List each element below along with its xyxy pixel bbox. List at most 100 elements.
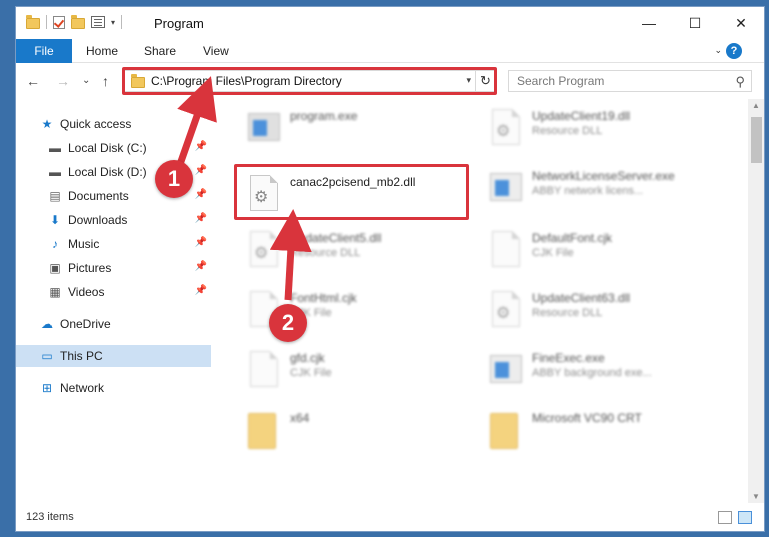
file-name: NetworkLicenseServer.exe <box>532 169 675 183</box>
minimize-button[interactable]: — <box>626 7 672 39</box>
nav-label: Downloads <box>68 213 128 227</box>
tab-view[interactable]: View <box>203 39 229 63</box>
file-item[interactable]: Microsoft VC90 CRT <box>484 407 642 463</box>
pin-icon[interactable]: 📌 <box>195 141 207 152</box>
dll-icon: ⚙ <box>484 105 524 149</box>
tab-share[interactable]: Share <box>144 39 176 63</box>
nav-network[interactable]: ⊞ Network <box>16 377 211 399</box>
file-name: gfd.cjk <box>290 351 325 365</box>
properties-icon[interactable] <box>91 16 105 28</box>
search-input[interactable]: Search Program <box>517 74 604 88</box>
pin-icon[interactable]: 📌 <box>195 237 207 248</box>
navigation-pane: ★ Quick access ▬ Local Disk (C:) 📌 ▬ Loc… <box>16 99 211 503</box>
up-button[interactable]: ↑ <box>102 73 109 89</box>
dll-icon: ⚙ <box>484 287 524 331</box>
star-icon: ★ <box>41 117 53 131</box>
file-type: ABBY network licens... <box>532 185 644 197</box>
onedrive-icon: ☁ <box>41 317 53 331</box>
nav-label: Documents <box>68 189 129 203</box>
file-icon <box>242 347 282 391</box>
file-name: FontHtml.cjk <box>290 291 357 305</box>
ribbon-tabs: File Home Share View ⌄ ? <box>16 39 764 63</box>
tab-home[interactable]: Home <box>86 39 118 63</box>
close-button[interactable]: ✕ <box>718 7 764 39</box>
file-item[interactable]: x64 <box>242 407 309 463</box>
title-bar: ▾ Program — ☐ ✕ <box>16 7 764 39</box>
scroll-down-icon[interactable]: ▼ <box>752 492 760 501</box>
file-name: DefaultFont.cjk <box>532 231 613 245</box>
pin-icon[interactable]: 📌 <box>195 285 207 296</box>
customize-toolbar-icon[interactable]: ▾ <box>111 18 115 27</box>
nav-onedrive[interactable]: ☁ OneDrive <box>16 313 211 335</box>
nav-label: Music <box>68 237 100 251</box>
program-icon <box>242 105 282 149</box>
item-count: 123 items <box>26 511 74 523</box>
file-item[interactable]: NetworkLicenseServer.exe ABBY network lic… <box>484 165 675 221</box>
nav-this-pc[interactable]: ▭ This PC <box>16 345 211 367</box>
file-name: FineExec.exe <box>532 351 605 365</box>
nav-local-disk-c[interactable]: ▬ Local Disk (C:) 📌 <box>16 137 211 159</box>
large-icons-view-icon[interactable] <box>738 511 752 524</box>
drive-icon: ▬ <box>49 141 61 155</box>
back-button[interactable]: ← <box>26 73 40 89</box>
nav-label: Network <box>60 381 105 395</box>
nav-pictures[interactable]: ▣ Pictures 📌 <box>16 257 211 279</box>
address-highlight-box <box>122 67 497 95</box>
scroll-up-icon[interactable]: ▲ <box>752 101 760 110</box>
window-title: Program <box>154 16 204 31</box>
dll-icon: ⚙ <box>242 227 282 271</box>
file-type: Resource DLL <box>290 247 361 259</box>
scrollbar-thumb[interactable] <box>751 117 762 163</box>
nav-videos[interactable]: ▦ Videos 📌 <box>16 281 211 303</box>
file-item[interactable]: program.exe <box>242 105 357 161</box>
file-name: UpdateClient5.dll <box>290 231 382 245</box>
details-view-icon[interactable] <box>718 511 732 524</box>
file-icon <box>484 227 524 271</box>
properties-check-icon[interactable] <box>53 15 65 29</box>
pin-icon[interactable]: 📌 <box>195 261 207 272</box>
search-icon[interactable]: ⚲ <box>735 74 745 90</box>
vertical-scrollbar[interactable]: ▲ ▼ <box>748 99 764 503</box>
network-icon: ⊞ <box>41 381 53 395</box>
pin-icon[interactable]: 📌 <box>195 213 207 224</box>
pin-icon[interactable]: 📌 <box>195 189 207 200</box>
nav-label: OneDrive <box>60 317 111 331</box>
music-icon: ♪ <box>52 237 58 251</box>
exe-icon <box>484 165 524 209</box>
file-name: program.exe <box>290 109 358 123</box>
this-pc-icon: ▭ <box>41 349 53 363</box>
file-item[interactable]: FineExec.exe ABBY background exe... <box>484 347 652 403</box>
nav-quick-access[interactable]: ★ Quick access <box>16 113 211 135</box>
pin-icon[interactable]: 📌 <box>195 165 207 176</box>
tab-file[interactable]: File <box>16 39 72 63</box>
help-button[interactable]: ? <box>726 43 742 59</box>
file-name: UpdateClient63.dll <box>532 291 631 305</box>
search-box[interactable]: Search Program ⚲ <box>508 70 752 92</box>
file-name: UpdateClient19.dll <box>532 109 631 123</box>
drive-icon: ▬ <box>49 165 61 179</box>
nav-downloads[interactable]: ⬇ Downloads 📌 <box>16 209 211 231</box>
file-type: CJK File <box>290 367 332 379</box>
file-item[interactable]: gfd.cjk CJK File <box>242 347 332 403</box>
file-item[interactable]: ⚙ UpdateClient63.dll Resource DLL <box>484 287 630 343</box>
folder-icon <box>484 407 524 451</box>
videos-icon: ▦ <box>49 285 61 299</box>
file-highlight-box <box>234 164 469 220</box>
nav-music[interactable]: ♪ Music 📌 <box>16 233 211 255</box>
file-item[interactable]: ⚙ UpdateClient19.dll Resource DLL <box>484 105 630 161</box>
folder-icon <box>242 407 282 451</box>
file-name: x64 <box>290 411 310 425</box>
recent-locations-button[interactable]: ⌄ <box>82 75 90 86</box>
expand-ribbon-icon[interactable]: ⌄ <box>714 45 722 56</box>
file-item[interactable]: DefaultFont.cjk CJK File <box>484 227 612 283</box>
navigation-bar: ← → ⌄ ↑ C:\Program Files\Program Directo… <box>16 63 764 99</box>
new-folder-icon[interactable] <box>71 14 85 29</box>
downloads-icon: ⬇ <box>49 213 61 227</box>
divider <box>46 15 47 29</box>
forward-button[interactable]: → <box>56 73 70 89</box>
nav-label: Pictures <box>68 261 112 275</box>
quick-access-toolbar: ▾ <box>26 14 123 29</box>
file-item[interactable]: ⚙ UpdateClient5.dll Resource DLL <box>242 227 381 283</box>
maximize-button[interactable]: ☐ <box>672 7 718 39</box>
file-type: Resource DLL <box>532 307 603 319</box>
